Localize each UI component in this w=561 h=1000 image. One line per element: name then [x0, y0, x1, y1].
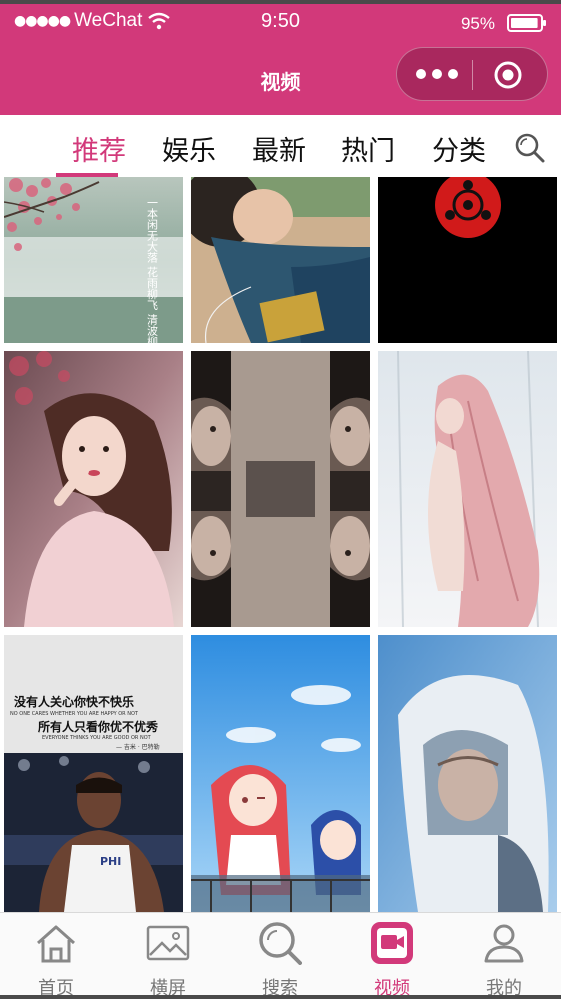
video-thumbnail[interactable] — [4, 351, 183, 627]
battery-icon — [507, 14, 546, 32]
caption-signature: — 吉米 · 巴特勒 — [116, 744, 160, 751]
video-thumbnail[interactable]: 没有人关心你快不快乐 NO ONE CARES WHETHER YOU ARE … — [4, 635, 183, 912]
video-thumbnail[interactable] — [191, 351, 370, 627]
tabbar-home[interactable]: 首页 — [0, 913, 112, 1000]
tabbar-video[interactable]: 视频 — [336, 913, 448, 1000]
capsule-divider — [472, 60, 473, 90]
more-options-icon[interactable] — [415, 62, 459, 86]
category-tabs: 推荐 娱乐 最新 热门 分类 — [0, 115, 561, 177]
home-icon — [37, 925, 75, 963]
tab-recommend[interactable]: 推荐 — [72, 129, 126, 168]
caption-line-1-en: NO ONE CARES WHETHER YOU ARE HAPPY OR NO… — [10, 711, 138, 717]
close-program-icon[interactable] — [493, 60, 523, 90]
poem-text: 一本闲无大落 花雨柳飞 清波柳下参 春雨相思的 — [146, 197, 159, 343]
video-thumbnail[interactable] — [378, 177, 557, 343]
tab-hot[interactable]: 热门 — [341, 129, 395, 168]
battery-percent: 95% — [460, 14, 495, 33]
tab-category[interactable]: 分类 — [432, 129, 486, 168]
video-thumbnail[interactable] — [191, 635, 370, 912]
thumbnail-image — [4, 635, 183, 912]
caption-line-1: 没有人关心你快不快乐 — [14, 695, 135, 709]
caption-line-2: 所有人只看你优不优秀 — [38, 720, 159, 734]
jersey-text: PHI — [100, 855, 122, 868]
bottom-tab-bar: 首页 横屏 搜索 视频 我的 — [0, 912, 561, 999]
device-bottom-edge — [0, 995, 561, 999]
user-icon — [484, 924, 524, 963]
app-header: ●●●●● WeChat 9:50 95% 视频 — [0, 4, 561, 115]
video-grid: 一本闲无大落 花雨柳飞 清波柳下参 春雨相思的 没有人关心你快不快乐 NO ON… — [0, 177, 561, 912]
tabbar-mine[interactable]: 我的 — [448, 913, 560, 1000]
caption-line-2-en: EVERYONE THINKS YOU ARE GOOD OR NOT — [42, 735, 151, 741]
tabbar-landscape[interactable]: 横屏 — [112, 913, 224, 1000]
mini-program-capsule — [396, 47, 548, 101]
tabbar-search[interactable]: 搜索 — [224, 913, 336, 1000]
video-thumbnail[interactable] — [378, 635, 557, 912]
search-icon[interactable] — [514, 132, 546, 164]
search-icon — [259, 922, 302, 965]
video-icon — [371, 922, 413, 964]
image-icon — [146, 925, 190, 961]
video-thumbnail[interactable] — [378, 351, 557, 627]
video-thumbnail[interactable]: 一本闲无大落 花雨柳飞 清波柳下参 春雨相思的 — [4, 177, 183, 343]
video-thumbnail[interactable] — [191, 177, 370, 343]
tab-latest[interactable]: 最新 — [252, 129, 306, 168]
tab-entertainment[interactable]: 娱乐 — [162, 129, 216, 168]
